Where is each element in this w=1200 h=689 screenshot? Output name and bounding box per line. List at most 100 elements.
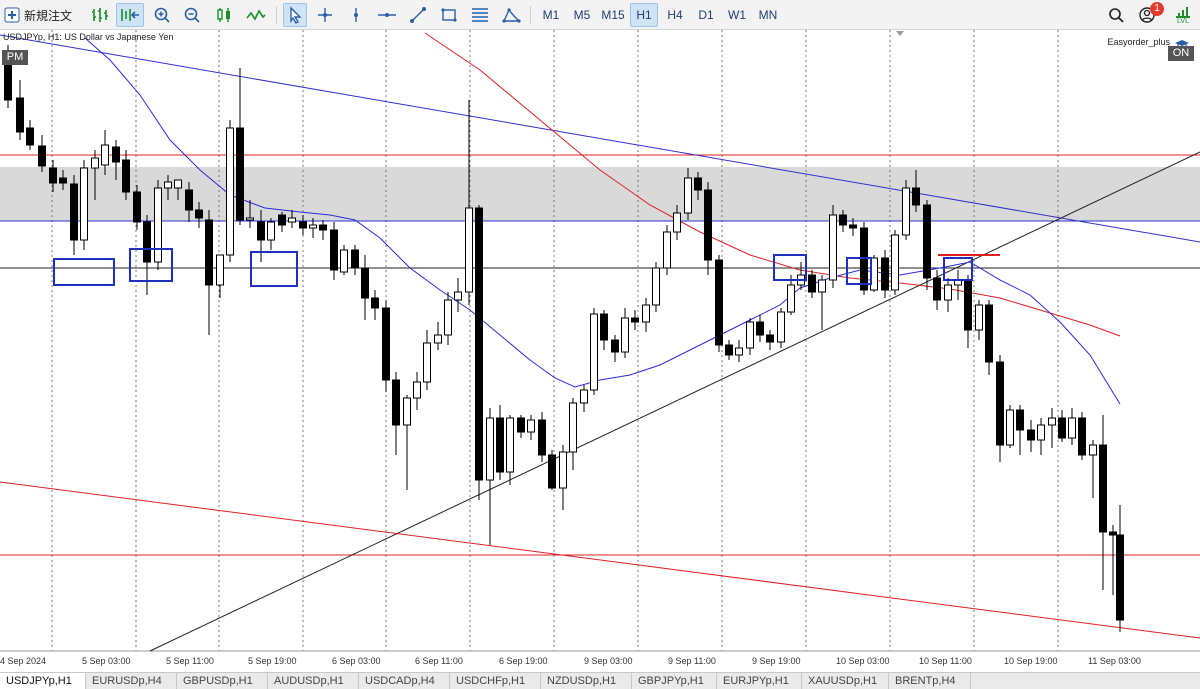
bearish-candle (1078, 417, 1086, 456)
bearish-candle (185, 189, 193, 211)
bearish-candle (205, 219, 213, 286)
symbol-tab[interactable]: NZDUSDp,H1 (541, 673, 632, 689)
symbol-tab[interactable]: GBPJPYp,H1 (632, 673, 717, 689)
search-icon[interactable] (1104, 3, 1128, 27)
bearish-candle (382, 307, 390, 381)
bearish-candle (611, 339, 619, 353)
ea-status-button[interactable]: ON (1168, 46, 1194, 61)
descending-channel-line (0, 481, 1200, 639)
ea-name-label: Easyorder_plus (1107, 37, 1170, 47)
bearish-candle (133, 191, 141, 223)
bar-chart-icon[interactable] (88, 3, 112, 27)
bullish-candle (413, 381, 421, 399)
timeframe-h4-button[interactable]: H4 (661, 3, 689, 27)
toolbar-separator (530, 6, 531, 24)
bullish-candle (891, 234, 899, 291)
bearish-candle (849, 224, 857, 229)
symbol-tab[interactable]: GBPUSDp,H1 (177, 673, 268, 689)
time-axis-label: 5 Sep 11:00 (166, 656, 214, 666)
bearish-candle (725, 344, 733, 356)
new-order-button[interactable]: 新規注文 (4, 3, 82, 27)
bullish-candle (1037, 424, 1045, 441)
bullish-candle (1089, 444, 1097, 456)
timeframe-h1-button[interactable]: H1 (630, 3, 658, 27)
timeframe-w1-button[interactable]: W1 (723, 3, 751, 27)
fibonacci-icon[interactable] (468, 3, 492, 27)
line-chart-icon[interactable] (244, 3, 268, 27)
bullish-candle (1048, 417, 1056, 426)
chart-canvas[interactable] (0, 30, 1200, 671)
bearish-candle (881, 257, 889, 291)
chart-shift-marker (896, 31, 904, 36)
bearish-candle (964, 279, 972, 331)
symbol-tab[interactable]: EURJPYp,H1 (717, 673, 802, 689)
symbol-tab[interactable]: USDCADp,H4 (359, 673, 450, 689)
bearish-candle (299, 221, 307, 229)
symbol-tab[interactable]: BRENTp,H4 (889, 673, 971, 689)
bearish-candle (694, 177, 702, 191)
bearish-candle (143, 221, 151, 263)
bearish-candle (70, 183, 78, 241)
bearish-candle (933, 277, 941, 301)
symbol-tab[interactable]: EURUSDp,H4 (86, 673, 177, 689)
bearish-candle (49, 167, 57, 184)
bullish-candle (216, 254, 224, 286)
signal-level-label: LVL (1177, 17, 1189, 25)
symbol-tab[interactable]: AUDUSDp,H1 (268, 673, 359, 689)
bullish-candle (1068, 417, 1076, 439)
bearish-candle (475, 207, 483, 481)
timeframe-mn-button[interactable]: MN (754, 3, 782, 27)
timeframe-m5-button[interactable]: M5 (568, 3, 596, 27)
bullish-candle (569, 402, 577, 453)
bearish-candle (756, 321, 764, 336)
bearish-candle (257, 221, 265, 241)
timeframe-d1-button[interactable]: D1 (692, 3, 720, 27)
bearish-candle (839, 214, 847, 226)
rectangle-icon[interactable] (437, 3, 461, 27)
vertical-line-icon[interactable] (344, 3, 368, 27)
bearish-candle (715, 259, 723, 346)
symbol-tab[interactable]: USDJPYp,H1 (0, 673, 86, 689)
bearish-candle (1109, 531, 1117, 536)
bearish-candle (1058, 417, 1066, 439)
session-label: PM (2, 50, 28, 65)
zoom-in-icon[interactable] (150, 3, 174, 27)
trendline-icon[interactable] (406, 3, 430, 27)
zoom-out-icon[interactable] (180, 3, 204, 27)
bearish-candle (496, 417, 504, 473)
bullish-candle (975, 304, 983, 331)
bearish-candle (371, 297, 379, 309)
bearish-candle (923, 204, 931, 279)
bearish-candle (122, 159, 130, 193)
marker-box (250, 251, 298, 287)
candlestick-icon[interactable] (212, 3, 236, 27)
bearish-candle (4, 59, 12, 101)
shapes-icon[interactable] (499, 3, 523, 27)
cursor-icon[interactable] (283, 3, 307, 27)
bearish-candle (808, 274, 816, 293)
crosshair-icon[interactable] (313, 3, 337, 27)
symbol-tab[interactable]: XAUUSDp,H1 (802, 673, 889, 689)
resistance-zone (0, 167, 1200, 221)
bullish-candle (444, 299, 452, 336)
autoscroll-icon[interactable] (116, 3, 144, 27)
bullish-candle (340, 249, 348, 273)
time-axis-label: 4 Sep 2024 (0, 656, 47, 666)
bearish-candle (26, 127, 34, 146)
bearish-candle (236, 127, 244, 221)
bearish-candle (912, 187, 920, 206)
symbol-tab[interactable]: USDCHFp,H1 (450, 673, 541, 689)
bullish-candle (91, 157, 99, 169)
new-order-label: 新規注文 (24, 8, 73, 23)
time-axis-label: 9 Sep 03:00 (584, 656, 633, 666)
bullish-candle (735, 347, 743, 356)
bullish-candle (652, 267, 660, 306)
timeframe-m15-button[interactable]: M15 (599, 3, 627, 27)
bearish-candle (1016, 409, 1024, 431)
bullish-candle (746, 321, 754, 349)
signal-level-icon[interactable]: LVL (1170, 3, 1196, 27)
horizontal-line-icon[interactable] (375, 3, 399, 27)
timeframe-m1-button[interactable]: M1 (537, 3, 565, 27)
price-chart[interactable] (0, 30, 1200, 671)
time-axis-label: 10 Sep 19:00 (1004, 656, 1058, 666)
